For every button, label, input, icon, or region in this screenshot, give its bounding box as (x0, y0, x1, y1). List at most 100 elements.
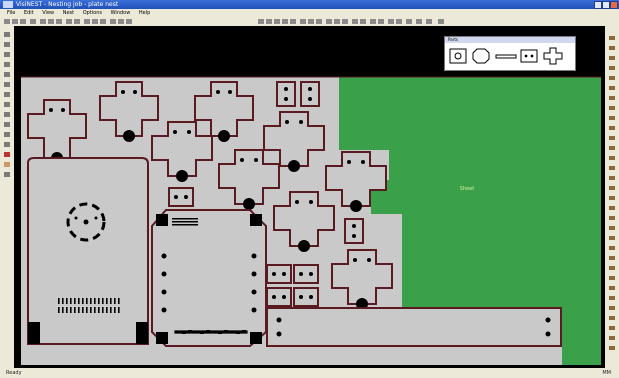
maximize-button[interactable] (602, 1, 610, 9)
tool-lead-icon[interactable] (4, 152, 10, 157)
select-icon[interactable] (300, 19, 306, 24)
octagon-plate[interactable] (151, 209, 267, 347)
layer-18-icon[interactable] (609, 206, 615, 210)
layer-11-icon[interactable] (609, 136, 615, 140)
save-icon[interactable] (20, 19, 26, 24)
tool-dim-icon[interactable] (4, 132, 10, 137)
layer-31-icon[interactable] (609, 336, 615, 340)
undo-icon[interactable] (66, 19, 72, 24)
menu-view[interactable]: View (42, 10, 54, 16)
layer-1-icon[interactable] (609, 36, 615, 40)
window-icon[interactable] (416, 19, 422, 24)
layer-27-icon[interactable] (609, 296, 615, 300)
part-d-icon[interactable] (519, 47, 539, 65)
layer-29-icon[interactable] (609, 316, 615, 320)
refresh-icon[interactable] (352, 19, 358, 24)
zoom-out-icon[interactable] (92, 19, 98, 24)
close-button[interactable] (610, 1, 618, 9)
small-tab-part[interactable] (276, 81, 296, 107)
small-tab-part[interactable] (168, 187, 194, 207)
tool-select-icon[interactable] (4, 32, 10, 37)
part-b-icon[interactable] (471, 47, 491, 65)
tool-rect-icon[interactable] (4, 72, 10, 77)
menu-nest[interactable]: Nest (63, 10, 74, 16)
layer-2-icon[interactable] (609, 46, 615, 50)
tool-tab-icon[interactable] (4, 162, 10, 167)
move-icon[interactable] (308, 19, 314, 24)
layer-16-icon[interactable] (609, 186, 615, 190)
layer-21-icon[interactable] (609, 236, 615, 240)
tool-text-icon[interactable] (4, 122, 10, 127)
small-tab-part[interactable] (266, 287, 292, 307)
tool-line-icon[interactable] (4, 42, 10, 47)
layer-15-icon[interactable] (609, 176, 615, 180)
open-icon[interactable] (12, 19, 18, 24)
large-plate-left[interactable] (27, 157, 149, 345)
tool-polygon-icon[interactable] (4, 82, 10, 87)
dropdown-icon[interactable] (426, 19, 432, 24)
info-icon[interactable] (406, 19, 412, 24)
layer-8-icon[interactable] (609, 106, 615, 110)
part-c-icon[interactable] (495, 47, 517, 65)
measure-icon[interactable] (282, 19, 288, 24)
minimize-button[interactable] (594, 1, 602, 9)
small-tab-part[interactable] (266, 264, 292, 284)
layer-25-icon[interactable] (609, 276, 615, 280)
grid-icon[interactable] (266, 19, 272, 24)
ortho-icon[interactable] (274, 19, 280, 24)
layer-32-icon[interactable] (609, 346, 615, 350)
long-bar-part[interactable] (266, 307, 562, 347)
zoom-fit-icon[interactable] (100, 19, 106, 24)
paste-icon[interactable] (56, 19, 62, 24)
layer-4-icon[interactable] (609, 66, 615, 70)
new-icon[interactable] (4, 19, 10, 24)
layer-28-icon[interactable] (609, 306, 615, 310)
close-doc-icon[interactable] (438, 19, 444, 24)
part-e-icon[interactable] (542, 47, 564, 65)
layer-5-icon[interactable] (609, 76, 615, 80)
layer-23-icon[interactable] (609, 256, 615, 260)
small-tab-part[interactable] (293, 264, 319, 284)
layer-30-icon[interactable] (609, 326, 615, 330)
layer-19-icon[interactable] (609, 216, 615, 220)
report-icon[interactable] (370, 19, 376, 24)
drawing-canvas[interactable] (14, 26, 605, 368)
tool-offset-icon[interactable] (4, 102, 10, 107)
layer-14-icon[interactable] (609, 166, 615, 170)
menu-edit[interactable]: Edit (24, 10, 34, 16)
layer-13-icon[interactable] (609, 156, 615, 160)
distribute-icon[interactable] (334, 19, 340, 24)
tool-circle-icon[interactable] (4, 62, 10, 67)
layer-26-icon[interactable] (609, 286, 615, 290)
layer-17-icon[interactable] (609, 196, 615, 200)
cut-icon[interactable] (40, 19, 46, 24)
mirror-icon[interactable] (316, 19, 322, 24)
small-tab-part[interactable] (344, 218, 364, 244)
redo-icon[interactable] (74, 19, 80, 24)
menu-file[interactable]: File (7, 10, 15, 16)
array-icon[interactable] (342, 19, 348, 24)
zoom-in-icon[interactable] (84, 19, 90, 24)
small-tab-part[interactable] (300, 81, 320, 107)
tool-fillet-icon[interactable] (4, 112, 10, 117)
export-icon[interactable] (378, 19, 384, 24)
settings-icon[interactable] (360, 19, 366, 24)
align-icon[interactable] (326, 19, 332, 24)
small-tab-part[interactable] (293, 287, 319, 307)
copy-icon[interactable] (48, 19, 54, 24)
tool-erase-icon[interactable] (4, 142, 10, 147)
simulate-icon[interactable] (396, 19, 402, 24)
print-icon[interactable] (30, 19, 36, 24)
menu-help[interactable]: Help (139, 10, 150, 16)
layer-7-icon[interactable] (609, 96, 615, 100)
layer-10-icon[interactable] (609, 126, 615, 130)
menu-window[interactable]: Window (111, 10, 131, 16)
layer-3-icon[interactable] (609, 56, 615, 60)
layer-icon[interactable] (290, 19, 296, 24)
help-icon[interactable] (126, 19, 132, 24)
nest-icon[interactable] (110, 19, 116, 24)
snap-icon[interactable] (258, 19, 264, 24)
layer-6-icon[interactable] (609, 86, 615, 90)
menu-options[interactable]: Options (83, 10, 102, 16)
tool-arc-icon[interactable] (4, 52, 10, 57)
